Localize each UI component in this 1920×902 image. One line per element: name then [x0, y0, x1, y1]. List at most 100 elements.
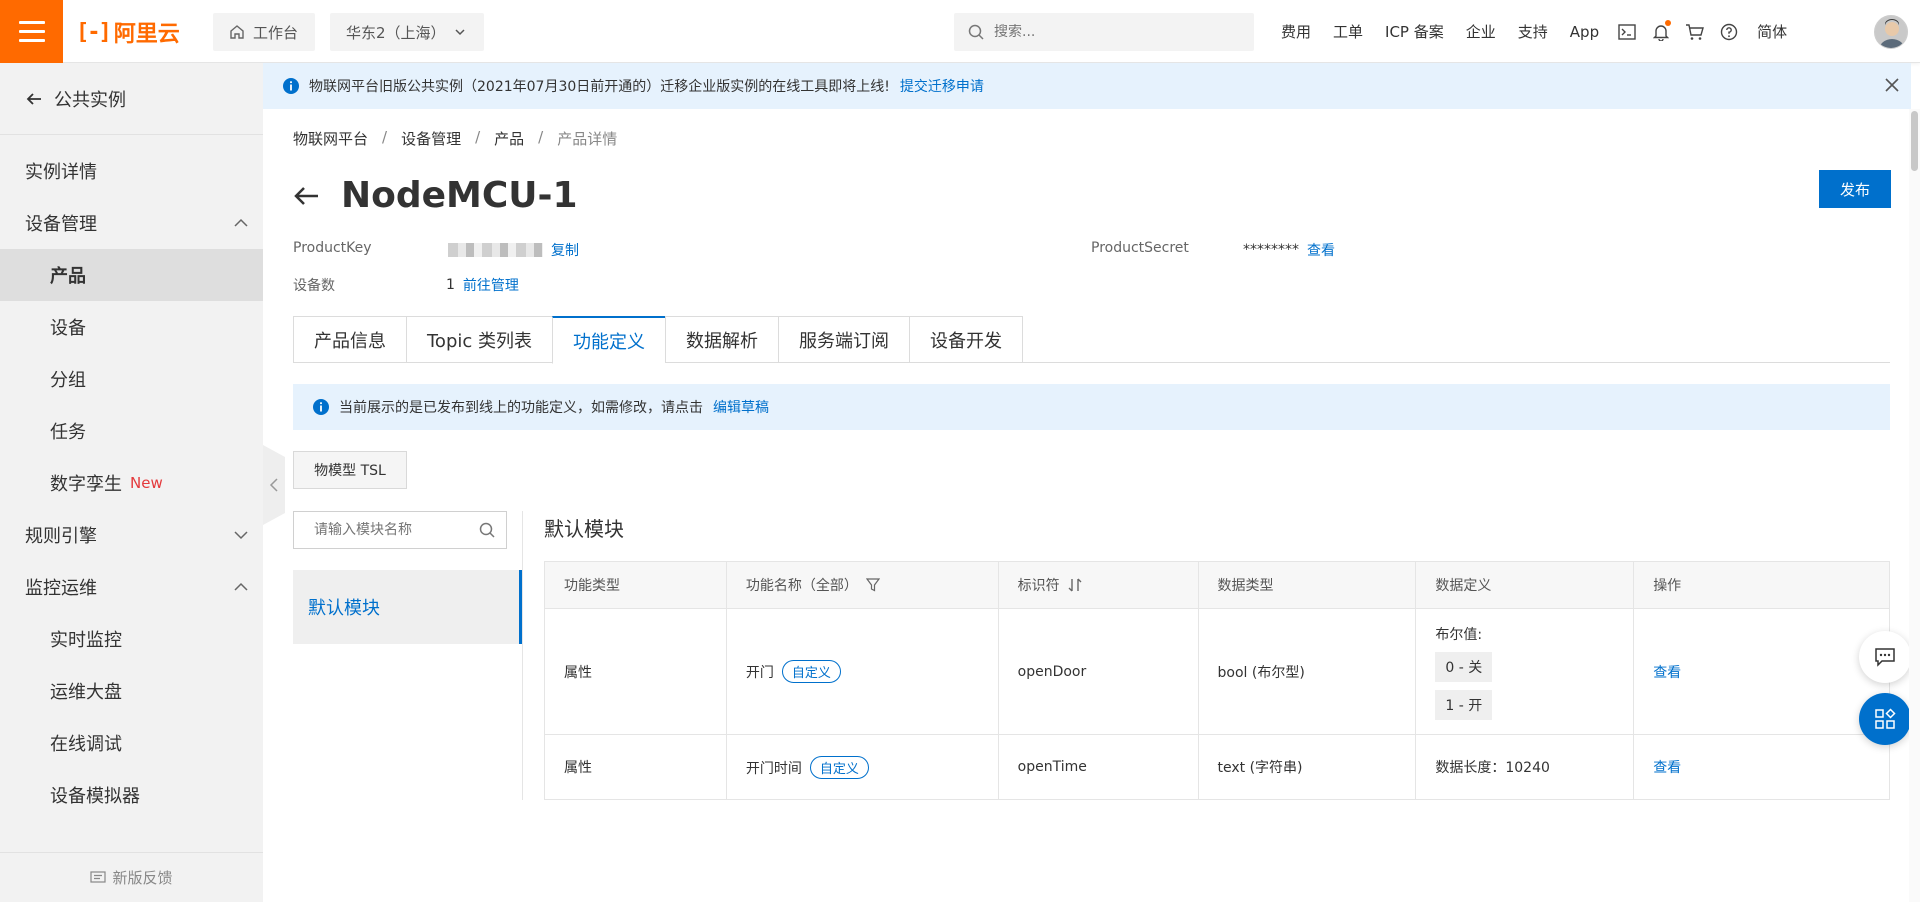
publish-button[interactable]: 发布 — [1819, 170, 1891, 208]
link-enterprise[interactable]: 企业 — [1455, 21, 1507, 42]
sidebar-item-device-simulator[interactable]: 设备模拟器 — [0, 769, 263, 821]
device-count: 1 — [446, 277, 455, 293]
col-identifier[interactable]: 标识符 — [997, 561, 1199, 609]
cell-actions: 查看 — [1633, 608, 1890, 735]
filter-icon[interactable] — [865, 578, 880, 592]
sidebar-collapse-handle[interactable] — [263, 445, 285, 525]
sidebar-item-label: 设备模拟器 — [50, 786, 140, 807]
masked-product-key — [448, 243, 543, 257]
link-tickets[interactable]: 工单 — [1322, 21, 1374, 42]
sidebar-item-monitoring[interactable]: 监控运维 — [0, 561, 263, 613]
cart-icon[interactable] — [1678, 23, 1712, 41]
tab-product-info[interactable]: 产品信息 — [293, 316, 406, 363]
manage-devices-link[interactable]: 前往管理 — [463, 275, 519, 295]
tsl-button[interactable]: 物模型 TSL — [293, 451, 407, 489]
sidebar-item-rule-engine[interactable]: 规则引擎 — [0, 509, 263, 561]
table-header-row: 功能类型 功能名称（全部） 标识符 数据类型 数据定义 操作 — [544, 561, 1890, 609]
scrollbar-thumb[interactable] — [1911, 111, 1918, 171]
breadcrumb-product-details: 产品详情 — [557, 130, 618, 148]
global-search[interactable] — [954, 13, 1254, 51]
custom-tag: 自定义 — [781, 660, 841, 683]
device-count-value: 1 前往管理 — [446, 275, 519, 295]
bool-value-false: 0 - 关 — [1435, 651, 1493, 682]
feedback-label: 新版反馈 — [112, 869, 173, 887]
avatar[interactable] — [1874, 15, 1908, 49]
sidebar-item-device-management[interactable]: 设备管理 — [0, 197, 263, 249]
view-link[interactable]: 查看 — [1653, 760, 1681, 776]
info-icon — [283, 78, 299, 94]
sidebar-item-label: 产品 — [50, 266, 86, 287]
tab-topic-list[interactable]: Topic 类列表 — [406, 316, 552, 363]
migration-request-link[interactable]: 提交迁移申请 — [900, 76, 984, 96]
apps-float-button[interactable] — [1859, 693, 1911, 745]
product-secret-masked: ******** — [1243, 242, 1299, 258]
view-secret-link[interactable]: 查看 — [1307, 240, 1335, 260]
bell-icon[interactable] — [1644, 19, 1678, 41]
tab-server-subscription[interactable]: 服务端订阅 — [778, 316, 909, 363]
sidebar-item-products[interactable]: 产品 — [0, 249, 263, 301]
function-table: 功能类型 功能名称（全部） 标识符 数据类型 数据定义 操作 属性 开门自定义 — [544, 561, 1890, 800]
section-title: 默认模块 — [544, 517, 624, 541]
tab-function-definition[interactable]: 功能定义 — [552, 316, 665, 364]
chevron-down-icon — [234, 531, 248, 540]
top-links: 费用 工单 ICP 备案 企业 支持 App 简体 — [1270, 0, 1798, 63]
sort-icon[interactable] — [1068, 578, 1082, 592]
module-item-default[interactable]: 默认模块 — [293, 570, 522, 644]
col-function-type: 功能类型 — [544, 561, 727, 609]
breadcrumb-device-management[interactable]: 设备管理 — [401, 128, 461, 149]
sidebar-item-realtime-monitor[interactable]: 实时监控 — [0, 613, 263, 665]
close-icon[interactable] — [1885, 78, 1899, 92]
back-arrow-icon[interactable] — [293, 185, 319, 207]
published-info-bar: 当前展示的是已发布到线上的功能定义，如需修改，请点击 编辑草稿 — [293, 384, 1890, 430]
chat-float-button[interactable] — [1859, 631, 1911, 683]
feedback-button[interactable]: 新版反馈 — [0, 852, 263, 902]
chevron-left-icon — [269, 478, 278, 492]
new-badge: New — [130, 474, 163, 492]
product-key-value: 复制 — [448, 240, 579, 260]
tab-data-parsing[interactable]: 数据解析 — [665, 316, 778, 363]
copy-link[interactable]: 复制 — [551, 240, 579, 260]
workbench-button[interactable]: 工作台 — [213, 13, 315, 51]
terminal-icon[interactable] — [1610, 23, 1644, 40]
cell-function-name: 开门 自定义 — [725, 608, 999, 735]
cell-identifier: openDoor — [997, 608, 1199, 735]
breadcrumb-separator: / — [475, 128, 481, 146]
sidebar-item-devices[interactable]: 设备 — [0, 301, 263, 353]
col-function-name[interactable]: 功能名称（全部） — [725, 561, 999, 609]
function-name: 开门时间 — [745, 760, 802, 777]
sidebar-item-digital-twin[interactable]: 数字孪生 New — [0, 457, 263, 509]
sidebar-item-groups[interactable]: 分组 — [0, 353, 263, 405]
back-to-instances[interactable]: 公共实例 — [0, 63, 263, 135]
brand-logo[interactable]: [-] 阿里云 — [76, 17, 180, 48]
link-app[interactable]: App — [1559, 23, 1610, 41]
search-input[interactable] — [994, 24, 1214, 40]
page-scrollbar[interactable] — [1909, 109, 1920, 902]
link-support[interactable]: 支持 — [1507, 21, 1559, 42]
sidebar-item-tasks[interactable]: 任务 — [0, 405, 263, 457]
link-icp[interactable]: ICP 备案 — [1374, 21, 1455, 42]
sidebar-item-label: 实时监控 — [50, 630, 122, 651]
sidebar-item-label: 分组 — [50, 370, 86, 391]
region-selector[interactable]: 华东2（上海） — [330, 13, 484, 51]
table-row: 属性 开门时间 自定义 openTime text (字符串) 数据长度：1024… — [544, 734, 1890, 800]
link-fees[interactable]: 费用 — [1270, 21, 1322, 42]
edit-draft-link[interactable]: 编辑草稿 — [713, 397, 769, 417]
custom-tag: 自定义 — [809, 755, 869, 779]
table-row: 属性 开门 自定义 openDoor bool (布尔型) 布尔值: 0 - 关 … — [544, 608, 1890, 735]
view-link[interactable]: 查看 — [1653, 665, 1681, 681]
col-data-type: 数据类型 — [1197, 561, 1417, 609]
breadcrumb-iot-platform[interactable]: 物联网平台 — [293, 128, 368, 149]
sidebar-item-instance-details[interactable]: 实例详情 — [0, 145, 263, 197]
sidebar-item-online-debug[interactable]: 在线调试 — [0, 717, 263, 769]
module-search[interactable] — [293, 511, 507, 549]
help-icon[interactable] — [1712, 23, 1746, 41]
menu-icon[interactable] — [0, 0, 63, 63]
search-icon[interactable] — [479, 522, 495, 538]
tab-device-development[interactable]: 设备开发 — [909, 316, 1023, 363]
language-switch[interactable]: 简体 — [1746, 21, 1798, 42]
breadcrumb-products[interactable]: 产品 — [494, 128, 524, 149]
title-row: NodeMCU-1 — [293, 175, 578, 216]
module-search-input[interactable] — [314, 522, 479, 538]
product-secret-label: ProductSecret — [1091, 240, 1189, 256]
sidebar-item-ops-dashboard[interactable]: 运维大盘 — [0, 665, 263, 717]
